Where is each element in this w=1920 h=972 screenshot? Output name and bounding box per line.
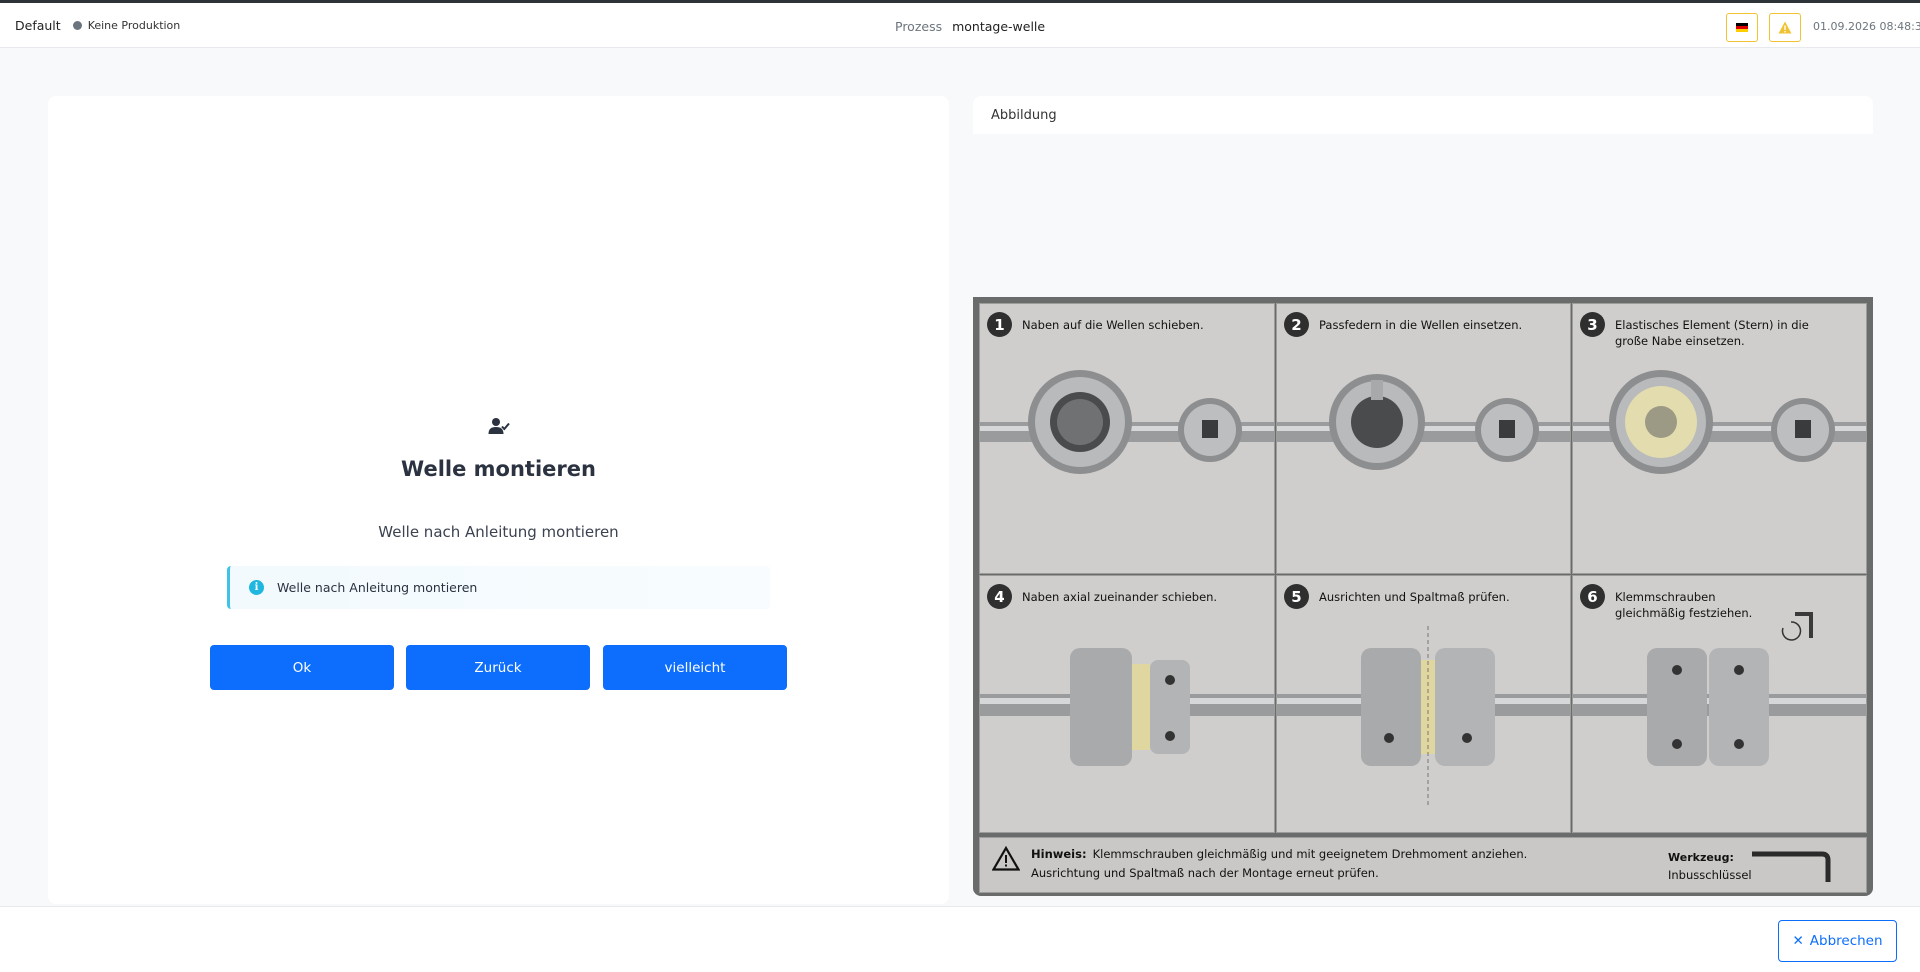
process-indicator: Prozess montage-welle [895, 19, 1045, 34]
hex-key-icon [1752, 851, 1831, 882]
step-panel-1 [979, 303, 1275, 574]
assembly-illustration: 1 Naben auf die Wellen schieben. 2 Passf… [973, 297, 1873, 896]
task-title: Welle montieren [401, 457, 596, 481]
task-description: Welle nach Anleitung montieren [378, 523, 619, 541]
step-6-number: 6 [1580, 584, 1605, 609]
workspace-name: Default [15, 18, 61, 33]
info-icon: i [249, 580, 264, 595]
step-panel-5 [1276, 575, 1571, 833]
warning-icon [1778, 21, 1792, 34]
workspace-status: Default Keine Produktion [15, 18, 180, 33]
back-button[interactable]: Zurück [406, 645, 590, 690]
clock: 01.09.2026 08:48:36 [1813, 20, 1920, 33]
status-dot-icon [72, 21, 82, 30]
note-line-2: Ausrichtung und Spaltmaß nach der Montag… [1031, 866, 1379, 880]
step-1-number: 1 [987, 312, 1012, 337]
note-line-1: Hinweis: Klemmschrauben gleichmäßig und m… [1031, 847, 1527, 861]
note-box: Hinweis: Klemmschrauben gleichmäßig und m… [979, 837, 1867, 893]
info-alert-text: Welle nach Anleitung montieren [277, 580, 478, 595]
task-card [48, 96, 949, 904]
close-icon: ✕ [1792, 933, 1804, 949]
note-label: Hinweis: [1031, 847, 1087, 861]
step-5-text: Ausrichten und Spaltmaß prüfen. [1319, 590, 1510, 604]
process-label: Prozess [895, 19, 943, 34]
info-alert: i Welle nach Anleitung montieren [227, 566, 770, 609]
language-button[interactable] [1726, 13, 1758, 42]
maybe-button[interactable]: vielleicht [603, 645, 787, 690]
step-5-number: 5 [1284, 584, 1309, 609]
warning-button[interactable] [1769, 13, 1801, 42]
step-3-number: 3 [1580, 312, 1605, 337]
process-value: montage-welle [952, 19, 1046, 34]
hubs-pushed-image [980, 648, 1274, 766]
step-1-text: Naben auf die Wellen schieben. [1022, 318, 1204, 332]
note-text-1: Klemmschrauben gleichmäßig und mit geeig… [1092, 847, 1528, 861]
cancel-button-label: Abbrechen [1809, 933, 1883, 949]
alignment-check-image [1277, 626, 1570, 806]
step-2-number: 2 [1284, 312, 1309, 337]
step-4-text: Naben axial zueinander schieben. [1022, 590, 1218, 604]
cancel-button[interactable]: ✕ Abbrechen [1778, 920, 1897, 962]
tool-label: Werkzeug: [1668, 851, 1734, 864]
step-6-text: Klemmschrauben gleichmäßig festziehen. [1615, 590, 1753, 620]
user-check-icon [488, 418, 510, 434]
step-2-text: Passfedern in die Wellen einsetzen. [1319, 318, 1523, 332]
footer-bar [0, 906, 1920, 972]
step-panel-2 [1276, 303, 1571, 574]
hubs-on-shafts-image [980, 370, 1274, 474]
tool-value: Inbusschlüssel [1668, 868, 1752, 882]
german-flag-icon [1736, 23, 1748, 32]
figure-header: Abbildung [973, 96, 1873, 134]
step-3-text: Elastisches Element (Stern) in die große… [1615, 318, 1809, 348]
step-panel-4 [979, 575, 1275, 833]
production-status: Keine Produktion [87, 19, 181, 32]
step-4-number: 4 [987, 584, 1012, 609]
warning-triangle-icon [992, 846, 1020, 871]
top-bar: Default Keine Produktion Prozess montage… [0, 0, 1920, 48]
figure-card: Abbildung 1 Naben auf die Wellen schiebe… [973, 96, 1873, 896]
keys-in-shafts-image [1277, 374, 1570, 470]
ok-button[interactable]: Ok [210, 645, 394, 690]
